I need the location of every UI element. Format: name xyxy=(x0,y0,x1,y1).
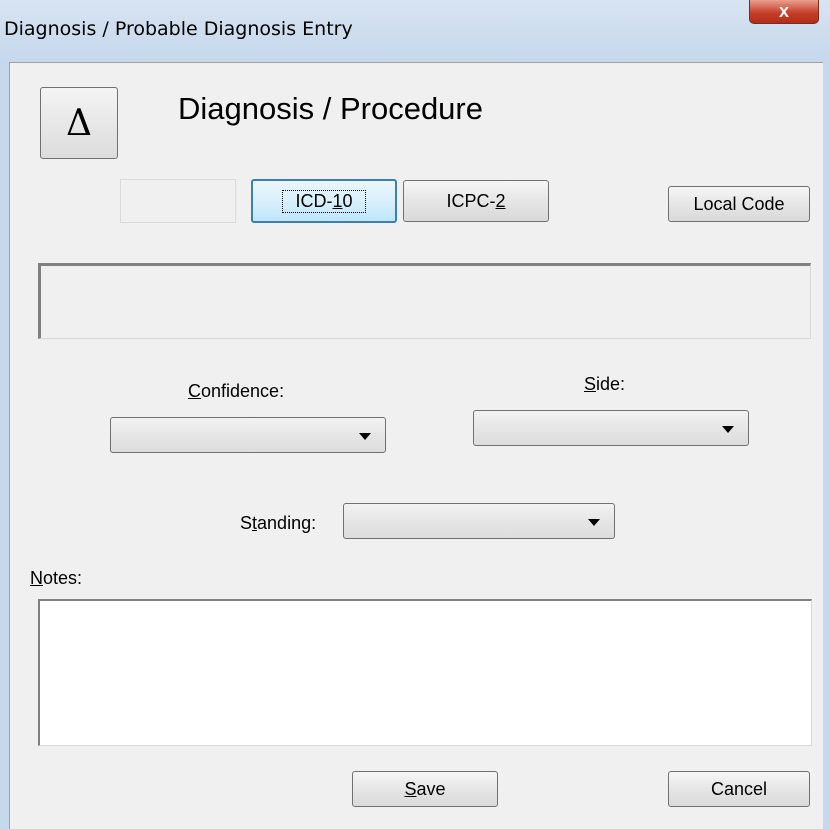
chevron-down-icon xyxy=(588,519,600,526)
delta-button[interactable]: Δ xyxy=(40,87,118,159)
chevron-down-icon xyxy=(359,433,371,440)
window-frame-left xyxy=(0,62,9,829)
notes-label: Notes: xyxy=(30,568,83,588)
side-dropdown[interactable] xyxy=(473,410,749,446)
confidence-dropdown[interactable] xyxy=(110,417,386,453)
close-button[interactable]: x xyxy=(749,0,819,24)
standing-label: Standing: xyxy=(240,513,317,533)
local-code-button[interactable]: Local Code xyxy=(668,186,810,222)
window-title: Diagnosis / Probable Diagnosis Entry xyxy=(4,18,353,40)
notes-textarea[interactable] xyxy=(38,599,812,746)
save-label: Save xyxy=(404,778,446,799)
confidence-label: Confidence: xyxy=(188,381,285,401)
icpc2-button[interactable]: ICPC-2 xyxy=(403,180,549,222)
code-field[interactable] xyxy=(120,179,236,223)
chevron-down-icon xyxy=(722,426,734,433)
cancel-button[interactable]: Cancel xyxy=(668,771,810,807)
save-button[interactable]: Save xyxy=(352,771,498,807)
icpc2-label: ICPC-2 xyxy=(446,190,506,211)
close-icon: x xyxy=(778,1,789,21)
icd10-label: ICD-10 xyxy=(282,189,366,213)
icd10-button[interactable]: ICD-10 xyxy=(251,179,397,223)
delta-icon: Δ xyxy=(66,102,92,144)
page-title: Diagnosis / Procedure xyxy=(178,91,483,126)
dialog-body: Δ Diagnosis / Procedure ICD-10 ICPC-2 Lo… xyxy=(9,62,823,829)
window-frame-right xyxy=(823,62,830,829)
title-bar: Diagnosis / Probable Diagnosis Entry x xyxy=(0,0,830,62)
diagnosis-description-field[interactable] xyxy=(38,263,811,339)
standing-dropdown[interactable] xyxy=(343,503,615,539)
side-label: Side: xyxy=(584,374,626,394)
